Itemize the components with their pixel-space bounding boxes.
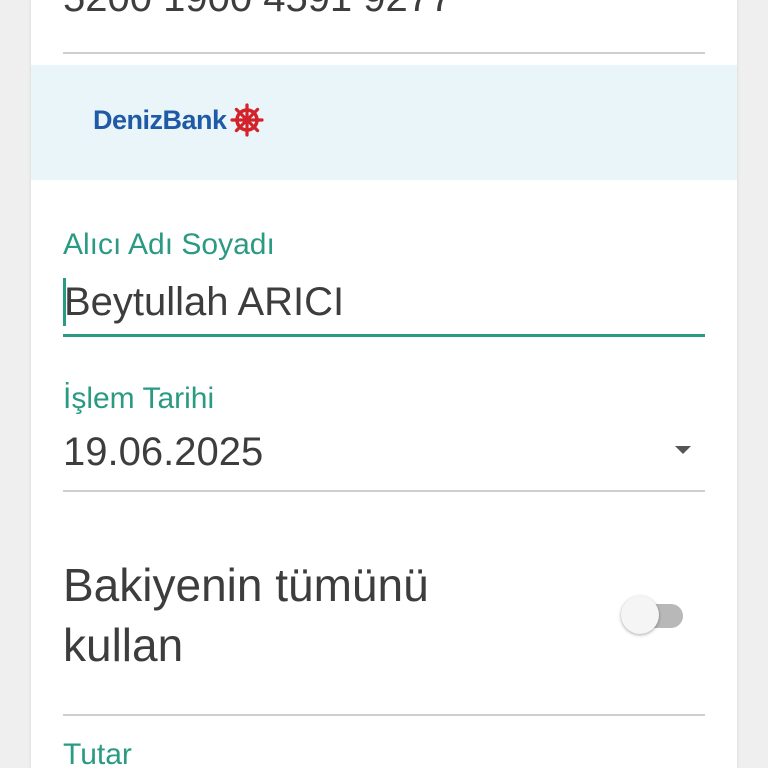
transaction-date-field[interactable]: İşlem Tarihi 19.06.2025 — [63, 382, 705, 497]
card-number-underline — [63, 52, 705, 54]
card-number-field[interactable]: 5200 1900 4591 9277 — [63, 0, 705, 60]
transaction-date-value: 19.06.2025 — [63, 430, 264, 474]
ship-wheel-icon — [229, 103, 264, 137]
transaction-date-underline — [63, 490, 705, 492]
recipient-name-field[interactable]: Alıcı Adı Soyadı Beytullah ARICI — [63, 228, 705, 343]
amount-field[interactable]: Tutar — [63, 738, 705, 768]
dropdown-arrow-icon[interactable] — [675, 446, 691, 454]
card-number-value: 5200 1900 4591 9277 — [63, 0, 452, 20]
use-all-balance-underline — [63, 714, 705, 716]
use-all-balance-row: Bakiyenin tümünü kullan — [63, 555, 705, 725]
recipient-name-value: Beytullah ARICI — [64, 280, 345, 324]
bank-name: DenizBank — [93, 104, 227, 135]
toggle-thumb — [621, 596, 659, 634]
transfer-form-card: 5200 1900 4591 9277 DenizBank Alıcı Adı … — [31, 0, 737, 768]
recipient-name-underline — [63, 334, 705, 337]
recipient-name-label: Alıcı Adı Soyadı — [63, 228, 275, 261]
use-all-balance-label: Bakiyenin tümünü kullan — [63, 559, 429, 671]
bank-logo: DenizBank — [93, 103, 264, 137]
recipient-name-input[interactable]: Beytullah ARICI — [63, 278, 344, 326]
bank-banner: DenizBank — [31, 65, 737, 180]
transaction-date-label: İşlem Tarihi — [63, 382, 215, 415]
use-all-balance-toggle[interactable] — [621, 595, 687, 635]
amount-label: Tutar — [63, 738, 132, 768]
